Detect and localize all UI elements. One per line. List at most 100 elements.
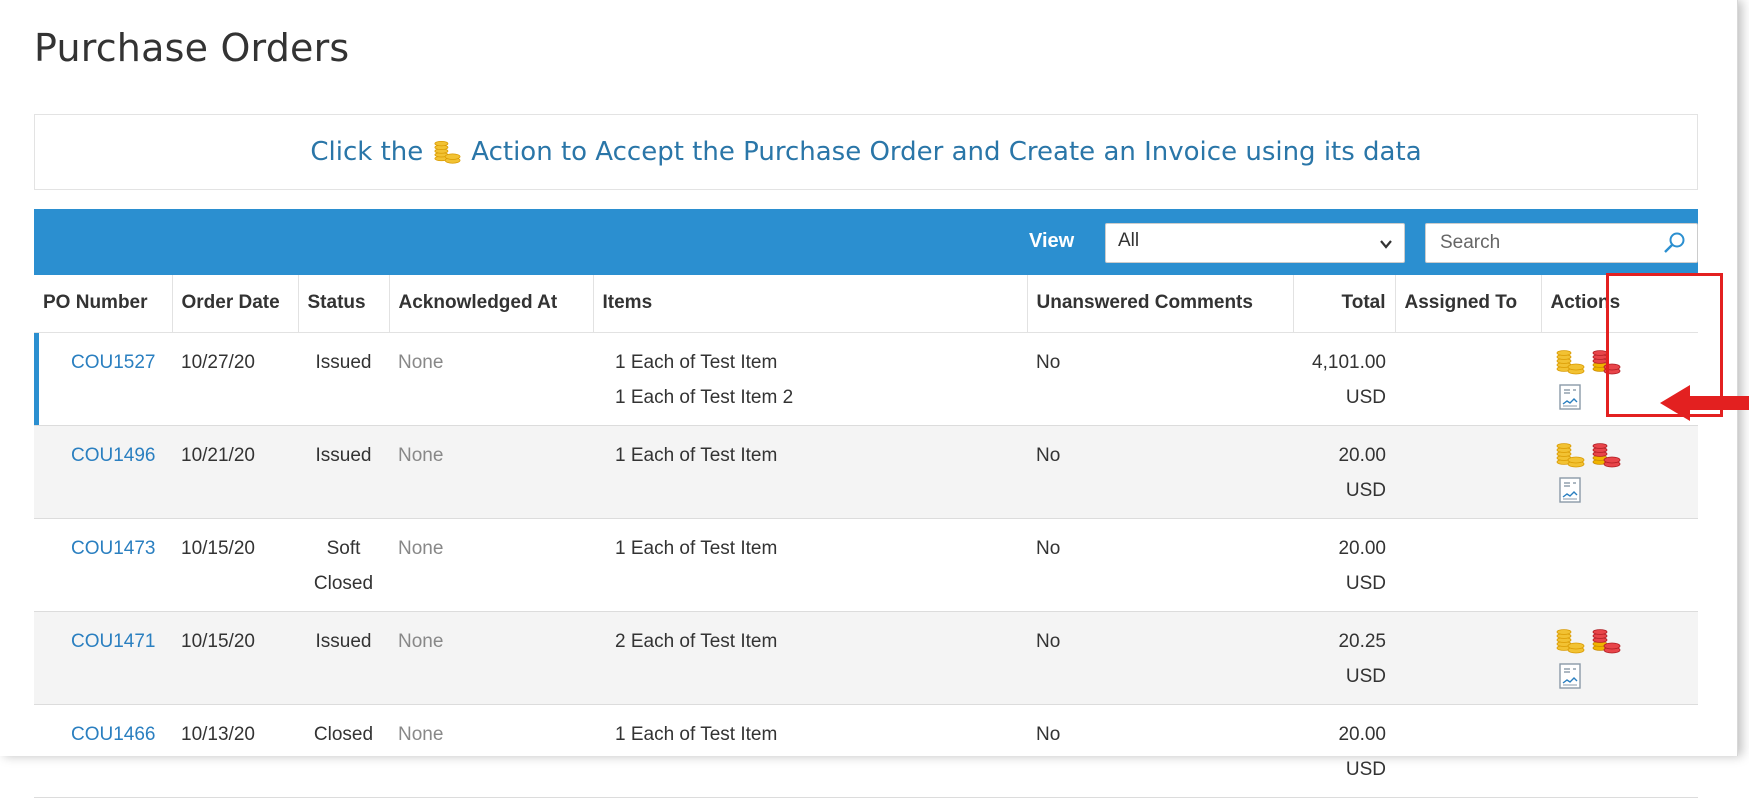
table-row[interactable]: COU1496 10/21/20 Issued None 1 Each of Test … [34,425,1698,519]
create-invoice-coins-icon[interactable] [1555,347,1585,377]
status-text: Closed [313,723,374,745]
col-po-number[interactable]: PO Number [34,275,172,333]
actions-cell [1541,518,1698,612]
view-document-icon[interactable] [1555,475,1585,505]
total-amount: 20.00 [1338,537,1386,559]
create-invoice-coins-icon[interactable] [1555,440,1585,470]
items-cell: 1 Each of Test Item [593,518,1027,612]
actions-cell [1541,611,1698,705]
order-date-cell: 10/27/20 [172,332,298,426]
total-currency: USD [1345,386,1386,408]
status-text: Issued [315,444,372,466]
po-number-link[interactable]: COU1466 [43,717,156,752]
comments-cell: No [1027,425,1293,519]
table-row[interactable]: COU1466 10/13/20 Closed None 1 Each of Test … [34,704,1698,798]
view-select-value: All [1118,230,1140,251]
actions-cell [1541,704,1698,798]
item-line: 1 Each of Test Item [615,723,778,745]
total-currency: USD [1345,758,1386,780]
purchase-orders-panel: Purchase Orders Click the Action to Acce… [0,0,1749,798]
notice-prefix: Click the [310,137,424,167]
po-number-cell: COU1527 [34,332,172,426]
status-text: Soft [326,537,361,559]
comments-cell: No [1027,611,1293,705]
items-cell: 1 Each of Test Item [593,425,1027,519]
po-number-cell: COU1496 [34,425,172,519]
search-input[interactable]: Search [1425,223,1698,263]
actions-cell [1541,425,1698,519]
order-date-cell: 10/21/20 [172,425,298,519]
col-status[interactable]: Status [297,275,389,333]
table-toolbar: View All Search [34,209,1698,275]
po-number-link[interactable]: COU1527 [43,345,156,380]
order-date-cell: 10/15/20 [172,518,298,612]
col-order-date[interactable]: Order Date [171,275,298,333]
status-text: Issued [315,630,372,652]
table-header-row: PO Number Order Date Status Acknowledged… [34,275,1698,333]
acknowledged-at-cell: None [389,704,593,798]
search-placeholder: Search [1440,232,1501,253]
status-cell: Closed [298,704,389,798]
col-unanswered-comments[interactable]: Unanswered Comments [1026,275,1293,333]
total-cell: 4,101.00 USD [1293,332,1395,426]
order-date-cell: 10/15/20 [172,611,298,705]
view-select[interactable]: All [1105,223,1405,263]
acknowledged-at-cell: None [389,332,593,426]
col-assigned-to[interactable]: Assigned To [1394,275,1541,333]
comments-cell: No [1027,332,1293,426]
coins-gold-icon [433,138,461,166]
item-line: 2 Each of Test Item [615,630,778,652]
po-number-link[interactable]: COU1496 [43,438,156,473]
col-items[interactable]: Items [592,275,1027,333]
search-icon[interactable] [1661,230,1687,256]
status-cell: Issued [298,611,389,705]
col-total[interactable]: Total [1292,275,1395,333]
status-text-line2: Closed [313,572,374,594]
item-line: 1 Each of Test Item [615,537,778,559]
comments-cell: No [1027,704,1293,798]
total-cell: 20.25 USD [1293,611,1395,705]
po-number-link[interactable]: COU1471 [43,624,156,659]
assigned-to-cell [1395,704,1541,798]
reject-coins-icon[interactable] [1591,626,1621,656]
total-cell: 20.00 USD [1293,425,1395,519]
view-document-icon[interactable] [1555,382,1585,412]
po-number-cell: COU1466 [34,704,172,798]
view-document-icon[interactable] [1555,661,1585,691]
assigned-to-cell [1395,425,1541,519]
items-cell: 2 Each of Test Item [593,611,1027,705]
view-label: View [1029,230,1075,252]
create-invoice-coins-icon[interactable] [1555,626,1585,656]
acknowledged-at-cell: None [389,518,593,612]
col-acknowledged-at[interactable]: Acknowledged At [388,275,593,333]
po-number-cell: COU1471 [34,611,172,705]
table-row[interactable]: COU1473 10/15/20 Soft Closed None 1 Each of T… [34,518,1698,612]
status-cell: Soft Closed [298,518,389,612]
page-title: Purchase Orders [34,26,350,70]
assigned-to-cell [1395,611,1541,705]
total-cell: 20.00 USD [1293,704,1395,798]
item-line: 1 Each of Test Item 2 [615,386,794,408]
item-line: 1 Each of Test Item [615,444,778,466]
items-cell: 1 Each of Test Item [593,704,1027,798]
total-currency: USD [1345,665,1386,687]
status-cell: Issued [298,425,389,519]
total-amount: 20.00 [1338,444,1386,466]
pointer-arrow-icon [1660,385,1749,421]
assigned-to-cell [1395,518,1541,612]
reject-coins-icon[interactable] [1591,440,1621,470]
notice-suffix: Action to Accept the Purchase Order and … [471,137,1422,167]
status-cell: Issued [298,332,389,426]
status-text: Issued [315,351,372,373]
po-number-link[interactable]: COU1473 [43,531,156,566]
total-currency: USD [1345,572,1386,594]
chevron-down-icon [1380,240,1392,249]
table-row[interactable]: COU1471 10/15/20 Issued None 2 Each of Test … [34,611,1698,705]
purchase-orders-table: PO Number Order Date Status Acknowledged… [34,275,1698,798]
acknowledged-at-cell: None [389,611,593,705]
assigned-to-cell [1395,332,1541,426]
item-line: 1 Each of Test Item [615,351,778,373]
total-currency: USD [1345,479,1386,501]
total-amount: 20.00 [1338,723,1386,745]
table-row[interactable]: COU1527 10/27/20 Issued None 1 Each of Test … [34,332,1698,426]
